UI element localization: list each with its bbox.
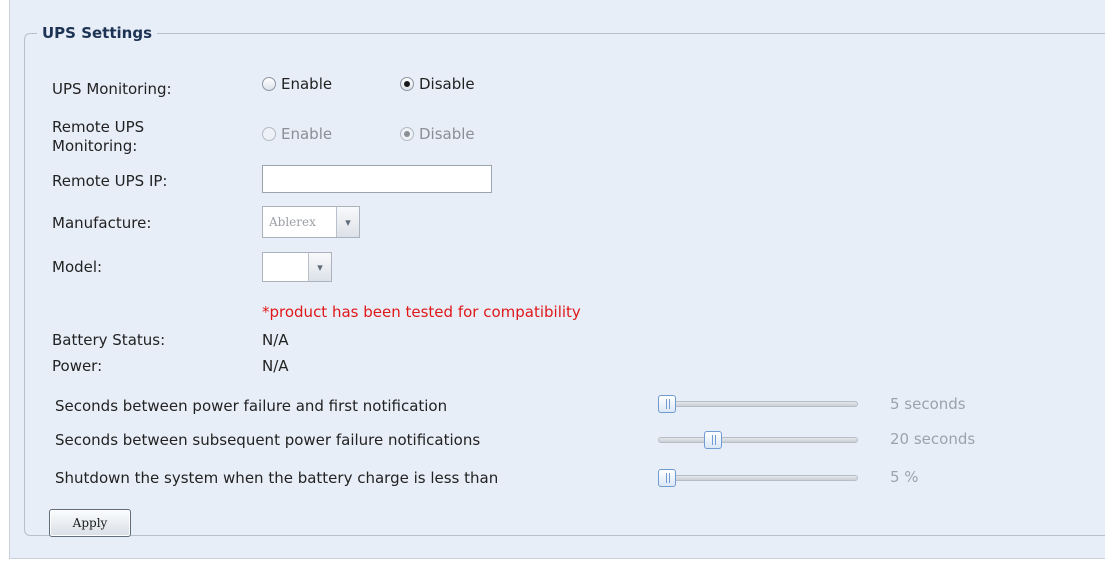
ups-monitoring-disable-radio[interactable] [400, 76, 414, 91]
ups-settings-fieldset: UPS Settings [24, 24, 1105, 536]
model-select[interactable]: ▾ [262, 252, 332, 282]
subsequent-notification-slider-track[interactable] [658, 437, 858, 443]
ups-monitoring-enable-option[interactable]: Enable [262, 74, 332, 93]
shutdown-threshold-slider-handle[interactable] [658, 469, 676, 487]
manufacture-selected-value: Ablerex [269, 215, 316, 229]
ups-monitoring-enable-radio[interactable] [262, 76, 276, 91]
subsequent-notification-slider-handle[interactable] [703, 431, 722, 449]
shutdown-threshold-label: Shutdown the system when the battery cha… [55, 469, 499, 487]
chevron-down-icon[interactable]: ▾ [336, 207, 359, 237]
ups-monitoring-label: UPS Monitoring: [52, 80, 172, 98]
power-value: N/A [262, 357, 289, 375]
remote-ups-enable-label: Enable [281, 124, 333, 143]
remote-ups-disable-label: Disable [419, 124, 475, 143]
remote-ups-monitoring-label-line1: Remote UPS [52, 118, 145, 136]
manufacture-select[interactable]: Ablerex ▾ [262, 206, 360, 238]
apply-button[interactable]: Apply [49, 509, 131, 537]
model-selected-value [263, 253, 308, 281]
compatibility-note: *product has been tested for compatibili… [262, 303, 581, 321]
first-notification-value: 5 seconds [890, 395, 966, 413]
subsequent-notification-label: Seconds between subsequent power failure… [55, 431, 481, 449]
remote-ups-monitoring-label-line2: Monitoring: [52, 137, 138, 155]
power-label: Power: [52, 357, 103, 375]
chevron-down-icon[interactable]: ▾ [308, 253, 331, 281]
shutdown-threshold-slider-track[interactable] [658, 475, 858, 481]
remote-ups-enable-radio[interactable] [262, 126, 276, 141]
subsequent-notification-value: 20 seconds [890, 430, 976, 448]
remote-ups-enable-option[interactable]: Enable [262, 124, 332, 143]
remote-ups-ip-input[interactable] [262, 165, 492, 193]
remote-ups-monitoring-label: Remote UPS Monitoring: [52, 118, 144, 156]
ups-monitoring-disable-option[interactable]: Disable [400, 74, 475, 93]
manufacture-label: Manufacture: [52, 214, 152, 232]
remote-ups-ip-label: Remote UPS IP: [52, 172, 168, 190]
remote-ups-disable-option[interactable]: Disable [400, 124, 475, 143]
battery-status-value: N/A [262, 331, 289, 349]
remote-ups-disable-radio[interactable] [400, 126, 414, 141]
ups-monitoring-enable-label: Enable [281, 74, 333, 93]
first-notification-slider-track[interactable] [658, 401, 858, 407]
first-notification-slider-handle[interactable] [658, 395, 676, 413]
first-notification-label: Seconds between power failure and first … [55, 397, 448, 415]
model-label: Model: [52, 258, 103, 276]
ups-monitoring-disable-label: Disable [419, 74, 475, 93]
section-title: UPS Settings [42, 24, 153, 42]
battery-status-label: Battery Status: [52, 331, 166, 349]
shutdown-threshold-value: 5 % [890, 468, 919, 486]
